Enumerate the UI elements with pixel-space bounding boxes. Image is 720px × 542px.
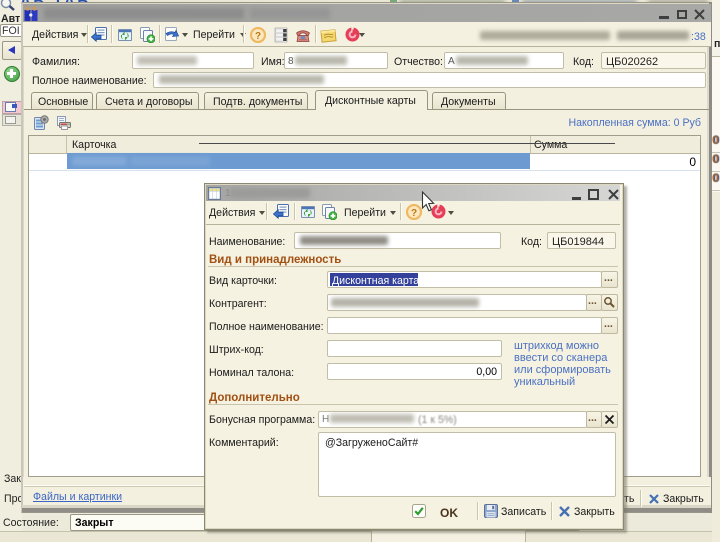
- svg-text:?: ?: [411, 208, 417, 219]
- svg-text:?: ?: [255, 31, 261, 42]
